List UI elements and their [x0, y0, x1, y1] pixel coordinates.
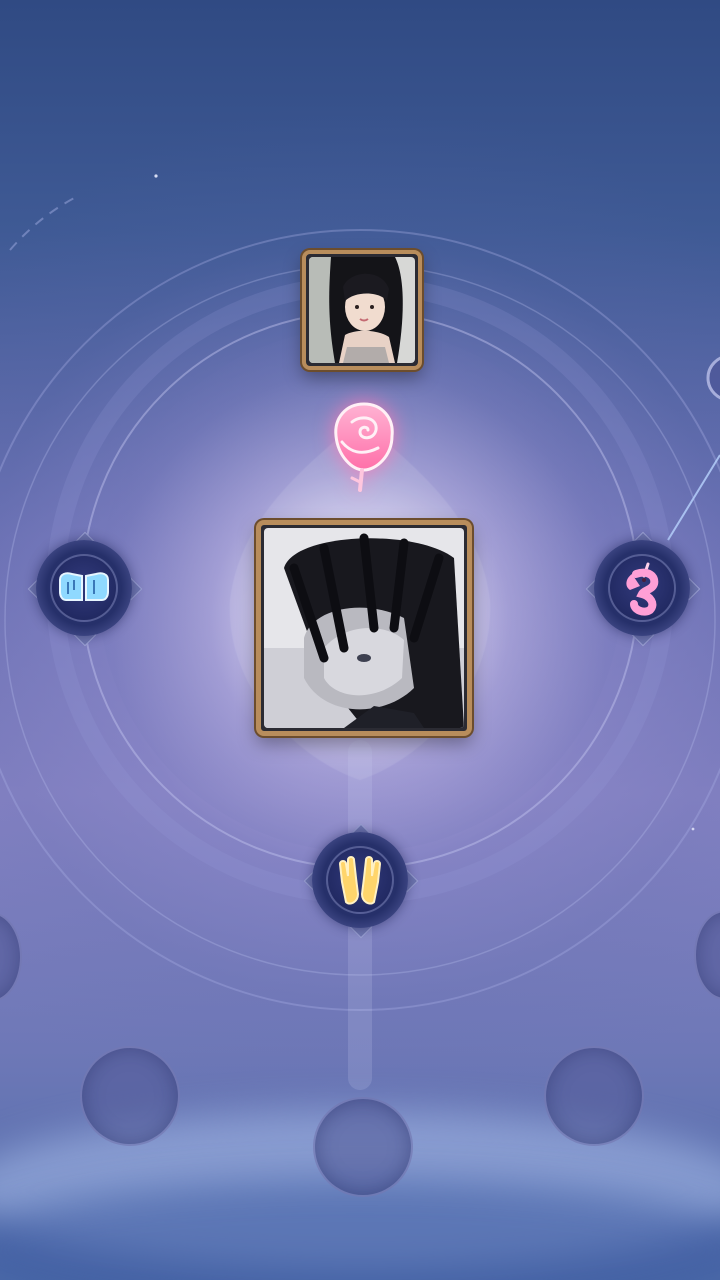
high-five-hands-icon — [338, 856, 382, 905]
empty-slot-bottom-center[interactable] — [313, 1097, 413, 1197]
empty-slot-bottom-right[interactable] — [544, 1046, 644, 1146]
player-avatar[interactable] — [256, 520, 472, 736]
unicorn-icon — [626, 562, 659, 616]
gift-node-bottom[interactable] — [303, 823, 419, 939]
fist-bump-icon — [59, 572, 109, 601]
bond-scene — [0, 0, 720, 1280]
partner-avatar[interactable] — [302, 250, 422, 370]
gift-node-right[interactable] — [585, 531, 701, 647]
empty-slot-bottom-left[interactable] — [80, 1046, 180, 1146]
gift-node-left[interactable] — [27, 531, 143, 647]
player-photo — [264, 528, 464, 728]
partner-photo — [309, 257, 415, 363]
pink-rose-icon — [334, 402, 394, 492]
